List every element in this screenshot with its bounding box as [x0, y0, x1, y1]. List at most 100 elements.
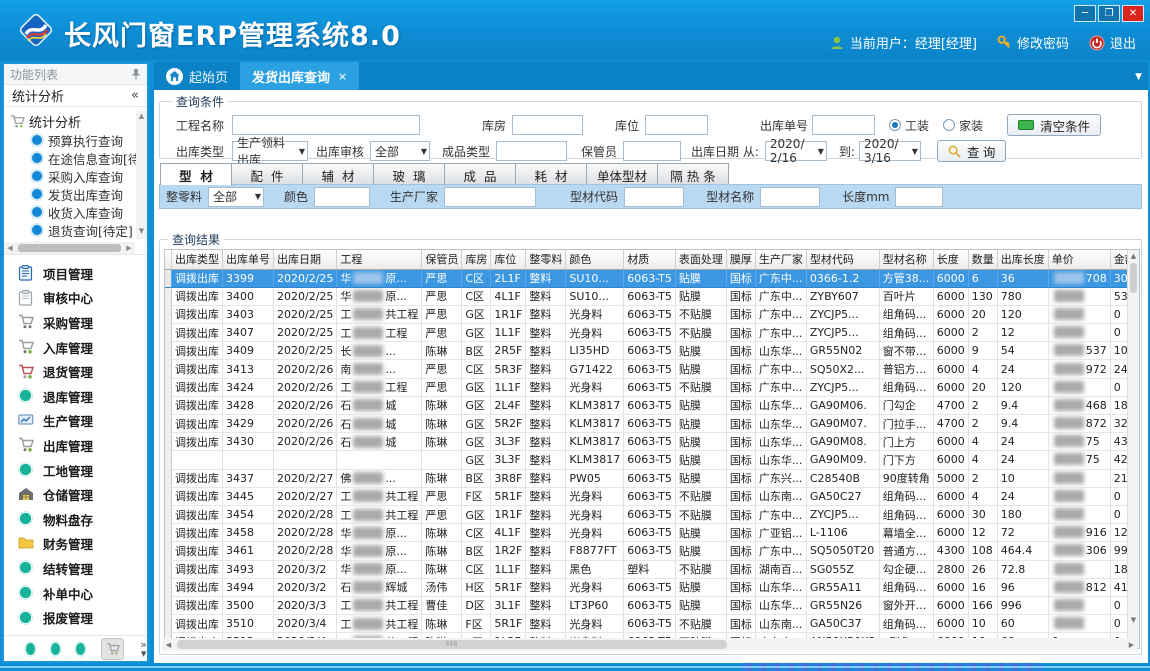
table-row[interactable]: 调拨出库34542020/2/28工共工程严思G区1R1F整料光身料6063-T…	[165, 505, 1139, 523]
material-tab-3[interactable]: 玻 璃	[373, 163, 445, 185]
column-header[interactable]: 型材代码	[806, 250, 879, 269]
table-row[interactable]: 调拨出库34032020/2/25工共工程严思G区1R1F整料光身料6063-T…	[165, 305, 1139, 323]
keeper-input[interactable]	[623, 141, 681, 161]
column-header[interactable]: 出库日期	[274, 250, 337, 269]
profile-name-input[interactable]	[760, 187, 820, 207]
table-row[interactable]: 调拨出库34942020/3/2石辉城汤伟H区5R1F整料光身料6063-T5贴…	[165, 578, 1139, 596]
tab-home[interactable]: 起始页	[154, 62, 240, 90]
out-type-select[interactable]: 生产领料出库▼	[232, 141, 308, 161]
radio-gongzhuang[interactable]: 工装	[889, 117, 929, 134]
tree-item-1[interactable]: 在途信息查询[待	[10, 149, 135, 167]
column-header[interactable]: 出库类型	[172, 250, 223, 269]
sidebar-item-7[interactable]: 出库管理	[18, 433, 147, 458]
profile-code-input[interactable]	[624, 187, 684, 207]
date-from-select[interactable]: 2020/ 2/16▼	[765, 141, 827, 161]
out-audit-select[interactable]: 全部▼	[370, 141, 430, 161]
tree-item-0[interactable]: 预算执行查询	[10, 131, 135, 149]
column-header[interactable]: 出库单号	[223, 250, 274, 269]
tree-item-2[interactable]: 采购入库查询	[10, 167, 135, 185]
close-button[interactable]: ✕	[1122, 5, 1144, 22]
maximize-button[interactable]: ❐	[1098, 5, 1120, 22]
teal-dot-icon[interactable]	[76, 643, 85, 655]
radio-jiazhuang[interactable]: 家装	[943, 117, 983, 134]
column-header[interactable]: 生产厂家	[755, 250, 806, 269]
column-header[interactable]: 颜色	[566, 250, 624, 269]
column-header[interactable]: 出库长度	[997, 250, 1048, 269]
sidebar-item-9[interactable]: 仓储管理	[18, 482, 147, 507]
tree-item-4[interactable]: 收货入库查询	[10, 203, 135, 221]
sidebar-item-14[interactable]: 报废管理	[18, 605, 147, 630]
material-tab-5[interactable]: 耗 材	[515, 163, 587, 185]
sidebar-item-1[interactable]: 审核中心	[18, 286, 147, 311]
tab-close-icon[interactable]: ×	[338, 70, 347, 83]
search-button[interactable]: 查 询	[937, 140, 1006, 162]
sidebar-item-8[interactable]: 工地管理	[18, 458, 147, 483]
sidebar-item-0[interactable]: 项目管理	[18, 261, 147, 286]
tree-root[interactable]: 统计分析	[10, 111, 135, 131]
column-header[interactable]: 材质	[624, 250, 676, 269]
whole-part-select[interactable]: 全部▼	[208, 187, 264, 207]
table-row[interactable]: 调拨出库34092020/2/25长...陈琳B区2R5F整料LI35HD606…	[165, 342, 1139, 360]
material-tab-6[interactable]: 单体型材	[586, 163, 658, 185]
table-row[interactable]: 调拨出库34302020/2/26石城陈琳G区3L3F整料KLM38176063…	[165, 433, 1139, 451]
table-row[interactable]: 调拨出库34282020/2/26石城陈琳G区2L4F整料KLM38176063…	[165, 396, 1139, 414]
length-input[interactable]	[895, 187, 943, 207]
material-tab-0[interactable]: 型 材	[160, 163, 232, 185]
grid-horizontal-scrollbar[interactable]: ◀⦀⦀⦀▶	[162, 638, 1138, 651]
column-header[interactable]: 库位	[491, 250, 526, 269]
sidebar-item-4[interactable]: 退货管理	[18, 359, 147, 384]
more-buttons-chevron[interactable]: »▾	[140, 640, 147, 658]
location-input[interactable]	[645, 115, 708, 135]
column-header[interactable]: 长度	[933, 250, 968, 269]
project-input[interactable]	[232, 115, 420, 135]
table-row[interactable]: 调拨出库34002020/2/25华原...严思C区4L1F整料SU10...6…	[165, 287, 1139, 305]
table-row[interactable]: 调拨出库34612020/2/28华原...陈琳B区1R2F整料F8877FT6…	[165, 542, 1139, 560]
teal-dot-icon[interactable]	[51, 643, 60, 655]
manufacturer-input[interactable]	[444, 187, 536, 207]
color-input[interactable]	[314, 187, 370, 207]
table-row[interactable]: 调拨出库34372020/2/27佛...陈琳B区3R8F整料PW056063-…	[165, 469, 1139, 487]
date-to-select[interactable]: 2020/ 3/16▼	[859, 141, 921, 161]
column-header[interactable]: 工程	[337, 250, 422, 269]
sidebar-item-3[interactable]: 入库管理	[18, 335, 147, 360]
tab-active[interactable]: 发货出库查询 ×	[240, 62, 359, 90]
collapse-icon[interactable]: «	[131, 88, 139, 103]
table-row[interactable]: 调拨出库34452020/2/27工共工程严思F区5R1F整料光身料6063-T…	[165, 487, 1139, 505]
sidebar-item-12[interactable]: 结转管理	[18, 556, 147, 581]
tree-vertical-scrollbar[interactable]: ▲▼	[136, 111, 147, 239]
sidebar-item-5[interactable]: 退库管理	[18, 384, 147, 409]
table-row[interactable]: 调拨出库34932020/3/2华原...陈琳C区1L1F整料黑色塑料不贴膜国标…	[165, 560, 1139, 578]
material-tab-7[interactable]: 隔 热 条	[657, 163, 729, 185]
minimize-button[interactable]: ─	[1074, 5, 1096, 22]
table-row[interactable]: 调拨出库33992020/2/25华原...严思C区2L1F整料SU10...6…	[165, 269, 1139, 287]
table-row[interactable]: 调拨出库34292020/2/26石城陈琳G区5R2F整料KLM38176063…	[165, 415, 1139, 433]
sidebar-item-6[interactable]: 生产管理	[18, 409, 147, 434]
table-row[interactable]: 调拨出库35002020/3/3工共工程曹佳D区3L1F整料LT3P606063…	[165, 596, 1139, 614]
table-row[interactable]: 调拨出库34072020/2/25工工程严思G区1L1F整料光身料6063-T5…	[165, 324, 1139, 342]
column-header[interactable]: 保管员	[422, 250, 462, 269]
material-tab-2[interactable]: 辅 材	[302, 163, 374, 185]
material-tab-4[interactable]: 成 品	[444, 163, 516, 185]
pin-icon[interactable]	[131, 68, 141, 80]
column-header[interactable]: 表面处理	[675, 250, 726, 269]
change-password-button[interactable]: 修改密码	[997, 33, 1069, 52]
tree-item-3[interactable]: 发货出库查询	[10, 185, 135, 203]
column-header[interactable]: 数量	[968, 250, 997, 269]
table-row[interactable]: 调拨出库34582020/2/28华原...陈琳C区4L1F整料光身料6063-…	[165, 524, 1139, 542]
product-type-input[interactable]	[496, 141, 567, 161]
table-row[interactable]: 调拨出库35102020/3/4工共工程陈琳F区5R1F整料光身料6063-T5…	[165, 615, 1139, 633]
table-row[interactable]: G区3L3F整料KLM38176063-T5贴膜国标山东华...GA90M09.…	[165, 451, 1139, 469]
sidebar-item-13[interactable]: 补单中心	[18, 581, 147, 606]
section-header[interactable]: 统计分析 «	[4, 85, 147, 107]
sidebar-item-2[interactable]: 采购管理	[18, 310, 147, 335]
teal-dot-icon[interactable]	[26, 643, 35, 655]
order-no-input[interactable]	[812, 115, 875, 135]
tree-item-5[interactable]: 退货查询[待定]	[10, 221, 135, 239]
warehouse-input[interactable]	[512, 115, 583, 135]
tab-list-dropdown-icon[interactable]: ▼	[1135, 72, 1142, 82]
table-row[interactable]: 调拨出库34242020/2/26工工程严思G区1L1F整料光身料6063-T5…	[165, 378, 1139, 396]
logout-button[interactable]: 退出	[1089, 33, 1136, 52]
cart-shortcut-button[interactable]	[101, 638, 124, 660]
column-header[interactable]: 单价	[1048, 250, 1110, 269]
column-header[interactable]: 型材名称	[879, 250, 933, 269]
